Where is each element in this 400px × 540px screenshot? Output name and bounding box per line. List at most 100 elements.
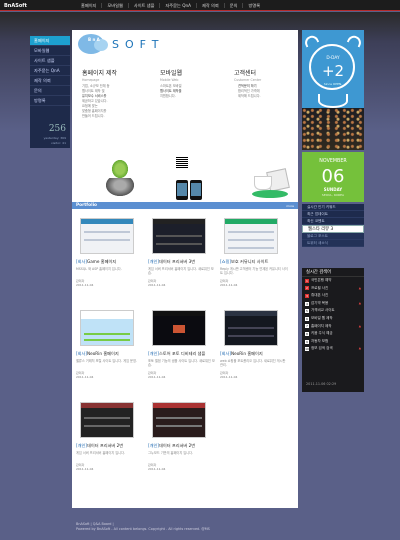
category-badge: [개인]: [148, 351, 159, 356]
live-search-item[interactable]: 6 모바일 웹 제작: [302, 315, 364, 323]
right-tab-twitter[interactable]: 트위터 새소식: [302, 240, 364, 247]
keyword: 프로필 사진: [311, 285, 329, 290]
portfolio-thumbnail[interactable]: [152, 218, 206, 254]
portfolio-item[interactable]: [쇼핑]보호 커뮤니티 사이트 Reply 게시판 고객센터 기능 연계된 커뮤…: [220, 218, 288, 287]
portfolio-thumbnail[interactable]: [80, 402, 134, 438]
portfolio-item-date: 2011-11-04: [76, 375, 94, 379]
keyword: 감기약 복용: [311, 300, 329, 305]
date-card: NOVEMBER 06 SUNDAY SEOUL, KOREA: [302, 152, 364, 202]
service-sub: Homepage: [82, 78, 100, 82]
portfolio-item-desc: 그누보드 기반의 홈페이지 입니다.: [148, 451, 194, 455]
portfolio-item[interactable]: [개인]데이터 프리서버 3번 게임 서버 프리서버 홈페이지 입니다. 새로워…: [148, 218, 216, 287]
saucer-icon: [252, 190, 288, 198]
left-menu-guestbook[interactable]: 방명록: [30, 96, 70, 106]
portfolio-item[interactable]: [회사]NeoRin 홈페이지 밸류스 거래처 포털 사이트 입니다. 게임 운…: [76, 310, 144, 379]
brand-logo[interactable]: BnASoft: [4, 3, 27, 9]
dday-value: +2: [321, 62, 345, 80]
portfolio-item[interactable]: [회사]NeoRin 홈페이지 web 쇼핑몰 포트폴리오 입니다. 새로워진 …: [220, 310, 288, 379]
service-sub: Mobile Web: [160, 78, 179, 82]
topnav-guestbook[interactable]: 방명록: [242, 3, 265, 8]
keyword: 홈페이지 제작: [311, 323, 332, 328]
right-tab-blog[interactable]: 블로그 포스트: [302, 233, 364, 240]
topnav-samples[interactable]: 사이트 샘플: [127, 3, 160, 8]
category-badge: [회사]: [220, 351, 231, 356]
left-menu-request[interactable]: 제작 의뢰: [30, 76, 70, 86]
portfolio-item-title[interactable]: [개인]데이터 프리서버 2번: [76, 443, 144, 449]
portfolio-item[interactable]: [회사]Game 홈페이지 MSSQL 와 ASP 홈페이지 입니다. 관리자 …: [76, 218, 144, 287]
category-badge: [개인]: [148, 259, 159, 264]
right-tab-comments[interactable]: 최신 코멘트: [302, 218, 364, 225]
topnav-qna[interactable]: 자주묻는 QnA: [159, 3, 196, 8]
portfolio-item-date: 2011-11-04: [76, 283, 94, 287]
live-search-item[interactable]: 7 홈페이지 제작 ▲: [302, 323, 364, 331]
portfolio-item-title[interactable]: [회사]NeoRin 홈페이지: [220, 351, 288, 357]
coffee-cups-illustration: [252, 166, 290, 204]
keyword: 가격비교 사이트: [311, 308, 335, 313]
portfolio-item[interactable]: [개인]스토어 포토 디비테리 샘플 포토 앨범 기능의 샘플 사이트 입니다.…: [148, 310, 216, 379]
portfolio-item-date: 2011-11-04: [220, 283, 238, 287]
portfolio-item[interactable]: [개인]데이터 프리서버 2번 게임 서버 프리서버 홈페이지 입니다. 관리자…: [76, 402, 144, 471]
item-name: NeoRin 홈페이지: [230, 351, 263, 356]
portfolio-item-date: 2011-11-04: [148, 375, 166, 379]
portfolio-item-title[interactable]: [개인]스토어 포토 디비테리 샘플: [148, 351, 216, 357]
keyword: 휴대폰 사진: [311, 293, 329, 298]
portfolio-item-title[interactable]: [회사]NeoRin 홈페이지: [76, 351, 144, 357]
live-search-item[interactable]: 3 휴대폰 사진: [302, 292, 364, 300]
right-column: D-DAY +2 Since OPEN. NOVEMBER 06 SUNDAY …: [302, 30, 364, 508]
portfolio-thumbnail[interactable]: [152, 310, 206, 346]
topnav-request[interactable]: 제작 의뢰: [196, 3, 224, 8]
portfolio-item-title[interactable]: [개인]데이터 프리서버 2번: [148, 443, 216, 449]
portfolio-thumbnail[interactable]: [224, 218, 278, 254]
keyword: 국민은행 예약: [311, 278, 332, 282]
service-desc: 기업, 소규모 단체 등 웹사이트 제작 및 유지보수 서비스를 제공하고 있습…: [82, 84, 110, 119]
dday-clock-widget: D-DAY +2 Since OPEN.: [302, 30, 364, 150]
item-name: 데이터 프리서버 3번: [158, 259, 196, 264]
right-tab-reviews[interactable]: 웹스타 리뷰 3: [302, 225, 364, 233]
left-menu-homepage[interactable]: 홈페이지: [30, 36, 70, 46]
dday-label: D-DAY: [326, 56, 340, 61]
left-menu-samples[interactable]: 사이트 샘플: [30, 56, 70, 66]
category-badge: [쇼핑]: [220, 259, 231, 264]
service-customer-center[interactable]: 고객센터 Customer Center 견적문의 하기 합리적인 가격에 제작…: [234, 68, 304, 98]
live-search-panel: 실시간 검색어 1 국민은행 예약 2 프로필 사진 ▲ 3 휴대폰 사진 4 감기약 복…: [302, 268, 364, 392]
topnav-homepage[interactable]: 홈페이지: [76, 3, 101, 8]
portfolio-thumbnail[interactable]: [152, 402, 206, 438]
service-homepage[interactable]: 홈페이지 제작 Homepage 기업, 소규모 단체 등 웹사이트 제작 및 …: [82, 68, 152, 118]
right-tab-updates[interactable]: 최근 업데이트: [302, 211, 364, 218]
portfolio-item-title[interactable]: [회사]Game 홈페이지: [76, 259, 144, 265]
category-badge: [개인]: [148, 443, 159, 448]
portfolio-thumbnail[interactable]: [80, 218, 134, 254]
topnav-contact[interactable]: 문의: [223, 3, 243, 8]
desc-line: 지원합니다.: [160, 94, 176, 98]
portfolio-item[interactable]: [개인]데이터 프리서버 2번 그누보드 기반의 홈페이지 입니다. 관리자 2…: [148, 402, 216, 471]
top-nav: 홈페이지 모바일웹 사이트 샘플 자주묻는 QnA 제작 의뢰 문의 방명록: [76, 3, 265, 8]
live-search-item[interactable]: 10 정보 검색 검색 ▲: [302, 345, 364, 353]
rank-change: ▲: [358, 323, 361, 328]
live-search-item[interactable]: 8 키움 주식 예금: [302, 330, 364, 338]
topnav-mobile[interactable]: 모바일웹: [101, 3, 127, 8]
portfolio-more-link[interactable]: more: [286, 204, 294, 208]
left-menu-contact[interactable]: 문의: [30, 86, 70, 96]
live-search-timestamp: 2011.11.06 02:29: [306, 382, 337, 386]
portfolio-item-title[interactable]: [쇼핑]보호 커뮤니티 사이트: [220, 259, 288, 265]
portfolio-thumbnail[interactable]: [224, 310, 278, 346]
portfolio-item-desc: 포토 앨범 기능의 샘플 사이트 입니다. 새로워진 모습.: [148, 359, 215, 368]
portfolio-item-title[interactable]: [개인]데이터 프리서버 3번: [148, 259, 216, 265]
city-night-image: [302, 108, 364, 150]
item-name: 데이터 프리서버 2번: [158, 443, 196, 448]
item-name: 스토어 포토 디비테리 샘플: [158, 351, 206, 356]
service-mobile[interactable]: 모바일웹 Mobile Web 스마트폰 모바일 웹사이트 제작을 지원합니다.: [160, 68, 230, 98]
service-desc: 스마트폰 모바일 웹사이트 제작을 지원합니다.: [160, 84, 182, 99]
live-search-item[interactable]: 9 자동차 보험: [302, 338, 364, 346]
live-search-item[interactable]: 1 국민은행 예약: [302, 277, 364, 285]
visit-counter: 256: [48, 124, 66, 134]
live-search-item[interactable]: 2 프로필 사진 ▲: [302, 285, 364, 293]
portfolio-title: Portfolio: [76, 203, 97, 208]
live-search-item[interactable]: 4 감기약 복용 ▲: [302, 300, 364, 308]
item-name: NeoRin 홈페이지: [86, 351, 119, 356]
live-search-item[interactable]: 5 가격비교 사이트: [302, 307, 364, 315]
right-tab-popular[interactable]: 실시간 인기 키워드: [302, 204, 364, 211]
left-menu-qna[interactable]: 자주묻는 QnA: [30, 66, 70, 76]
left-menu-mobile[interactable]: 모바일웹: [30, 46, 70, 56]
portfolio-thumbnail[interactable]: [80, 310, 134, 346]
